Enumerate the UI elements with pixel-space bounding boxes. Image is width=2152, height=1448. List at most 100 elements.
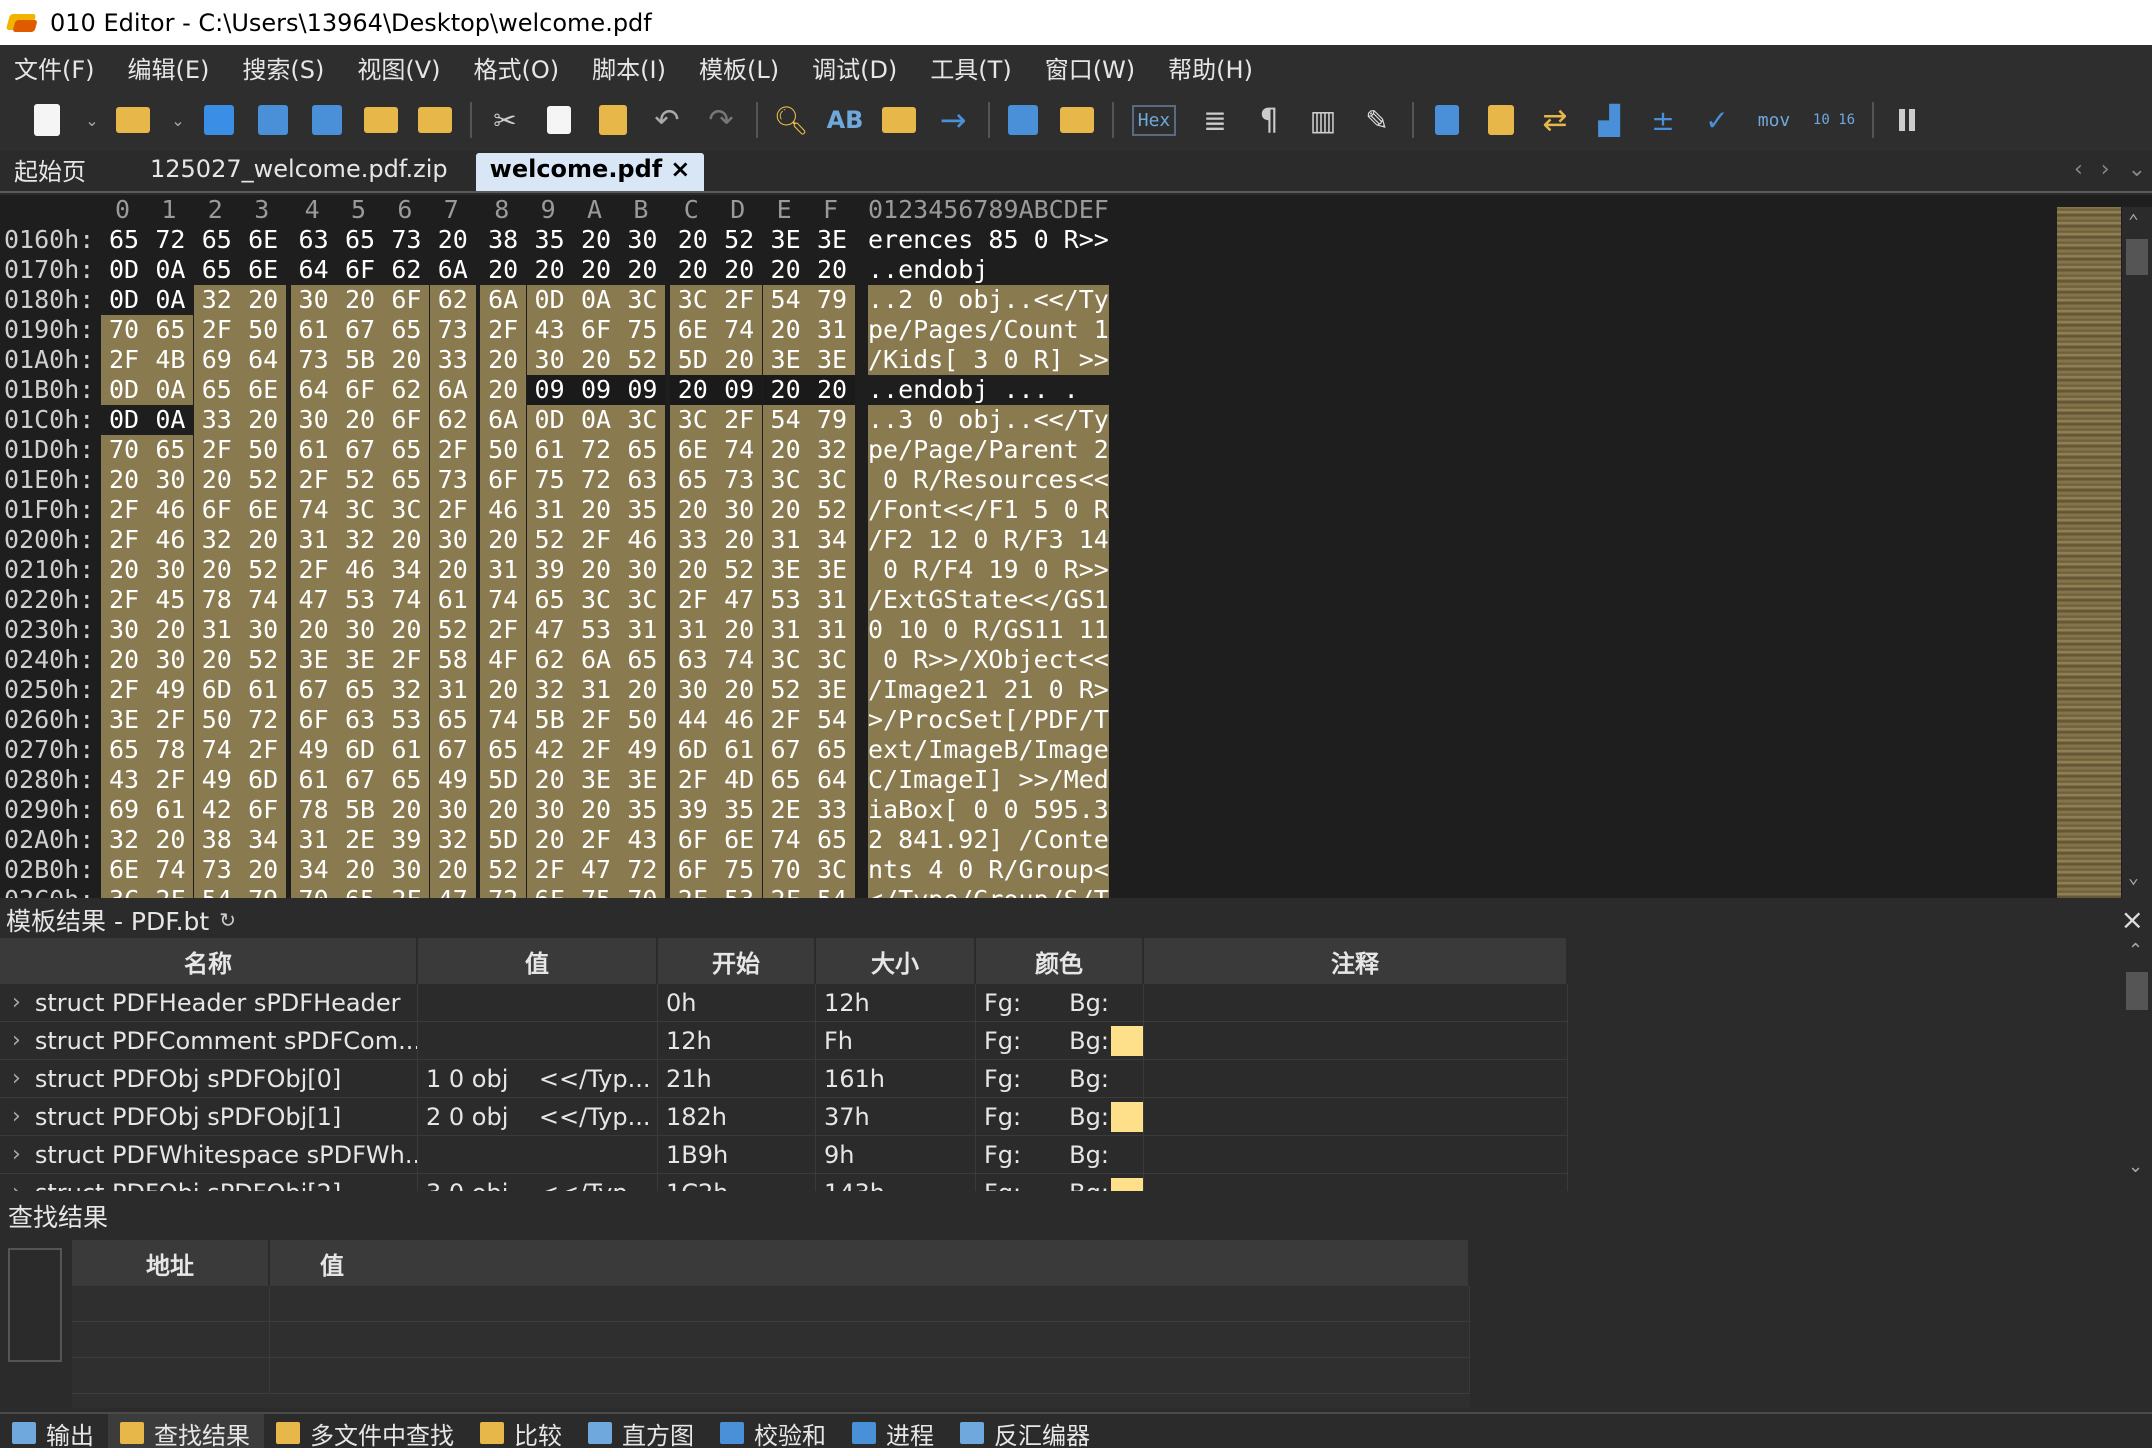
column-header[interactable]: 颜色: [976, 938, 1144, 984]
hex-byte[interactable]: 32: [101, 825, 147, 855]
menu-item[interactable]: 模板(L): [699, 50, 779, 85]
hex-byte[interactable]: 20: [101, 555, 147, 585]
hex-row-ascii[interactable]: </Type/Group/S/T: [868, 885, 1109, 898]
hex-byte[interactable]: 44: [669, 705, 716, 735]
hex-byte[interactable]: 61: [290, 765, 337, 795]
hex-byte[interactable]: 3C: [619, 285, 666, 315]
hex-byte[interactable]: 32: [526, 675, 573, 705]
hex-byte[interactable]: 0A: [573, 405, 619, 435]
hex-byte[interactable]: 46: [480, 495, 527, 525]
hex-byte[interactable]: 2F: [290, 465, 337, 495]
hex-byte[interactable]: 6D: [337, 735, 383, 765]
hex-byte[interactable]: 46: [619, 525, 666, 555]
find-in-files-icon[interactable]: [880, 100, 918, 140]
hex-byte[interactable]: 69: [101, 795, 147, 825]
hex-byte[interactable]: 0A: [147, 405, 193, 435]
hex-byte[interactable]: 32: [429, 825, 476, 855]
hex-byte[interactable]: 52: [716, 225, 762, 255]
tab-next-icon[interactable]: ›: [2101, 157, 2110, 182]
hex-byte[interactable]: 53: [716, 885, 763, 898]
hex-row-ascii[interactable]: /F2 12 0 R/F3 14: [868, 525, 1109, 555]
hex-byte[interactable]: 6D: [240, 765, 287, 795]
hex-byte[interactable]: 43: [526, 315, 573, 345]
hex-byte[interactable]: 4F: [480, 645, 527, 675]
hex-byte[interactable]: 20: [809, 375, 855, 405]
hex-byte[interactable]: 62: [429, 285, 476, 315]
hex-byte[interactable]: 20: [716, 615, 763, 645]
hex-byte[interactable]: 75: [526, 465, 573, 495]
hex-byte[interactable]: 2F: [101, 345, 147, 375]
hex-byte[interactable]: 20: [383, 345, 430, 375]
tab-list-icon[interactable]: ⌄: [2128, 157, 2146, 182]
hex-byte[interactable]: 20: [337, 405, 383, 435]
hex-byte[interactable]: 67: [429, 735, 476, 765]
hex-byte[interactable]: 72: [480, 885, 527, 898]
hex-byte[interactable]: 3C: [101, 885, 147, 898]
hex-byte[interactable]: 64: [240, 345, 287, 375]
hex-byte[interactable]: 65: [429, 705, 476, 735]
hex-byte[interactable]: 20: [669, 375, 716, 405]
hex-byte[interactable]: 64: [809, 765, 855, 795]
hex-byte[interactable]: 78: [193, 585, 240, 615]
hex-byte[interactable]: 0D: [101, 285, 147, 315]
hex-row-ascii[interactable]: /ExtGState<</GS1: [868, 585, 1109, 615]
table-row[interactable]: › struct PDFObj sPDFObj[1] 2 0 obj <</Typ.…: [0, 1098, 1568, 1136]
column-header[interactable]: 注释: [1144, 938, 1568, 984]
hex-byte[interactable]: 6D: [669, 735, 716, 765]
hex-byte[interactable]: 20: [762, 315, 809, 345]
hex-byte[interactable]: 20: [480, 525, 527, 555]
hex-byte[interactable]: 74: [716, 435, 763, 465]
hex-byte[interactable]: 75: [573, 885, 619, 898]
hex-row-ascii[interactable]: iaBox[ 0 0 595.3: [868, 795, 1109, 825]
table-row[interactable]: › struct PDFObj sPDFObj[2] 3 0 obj <</Typ.…: [0, 1174, 1568, 1191]
hex-byte[interactable]: 3E: [809, 345, 855, 375]
hex-row-ascii[interactable]: C/ImageI] >>/Med: [868, 765, 1109, 795]
hex-byte[interactable]: 6D: [193, 675, 240, 705]
hex-byte[interactable]: 65: [383, 315, 430, 345]
hex-byte[interactable]: 65: [337, 225, 383, 255]
compare-icon[interactable]: ⇄: [1536, 100, 1574, 140]
column-header[interactable]: 开始: [658, 938, 816, 984]
hex-byte[interactable]: 52: [480, 855, 527, 885]
hex-byte[interactable]: 64: [290, 375, 337, 405]
hex-byte[interactable]: 5D: [480, 825, 527, 855]
hex-minimap[interactable]: [2057, 207, 2121, 898]
hex-byte[interactable]: 74: [480, 705, 527, 735]
hex-byte[interactable]: 20: [383, 525, 430, 555]
hex-byte[interactable]: 74: [193, 735, 240, 765]
hex-byte[interactable]: 30: [101, 615, 147, 645]
pause-icon[interactable]: [1888, 100, 1926, 140]
hex-byte[interactable]: 3C: [669, 285, 716, 315]
histogram-icon[interactable]: ▟: [1590, 100, 1628, 140]
menu-item[interactable]: 帮助(H): [1168, 50, 1253, 85]
hex-byte[interactable]: 20: [527, 255, 573, 285]
hex-byte[interactable]: 09: [573, 375, 619, 405]
hex-byte[interactable]: 6E: [101, 855, 147, 885]
hex-byte[interactable]: 2F: [573, 825, 619, 855]
hex-byte[interactable]: 2F: [147, 885, 194, 898]
hex-byte[interactable]: 6A: [430, 255, 476, 285]
hex-byte[interactable]: 20: [573, 345, 619, 375]
hex-byte[interactable]: 31: [669, 615, 716, 645]
table-row[interactable]: › struct PDFComment sPDFCom... 12h Fh Fg: Bg:: [0, 1022, 1568, 1060]
hex-row-ascii[interactable]: >/ProcSet[/PDF/T: [868, 705, 1109, 735]
hex-byte[interactable]: 20: [429, 555, 476, 585]
hex-row-ascii[interactable]: 0 10 0 R/GS11 11: [868, 615, 1109, 645]
hex-byte[interactable]: 2F: [147, 765, 194, 795]
hex-byte[interactable]: 75: [619, 315, 666, 345]
new-file-dropdown-icon[interactable]: ⌄: [82, 100, 102, 140]
hex-byte[interactable]: 52: [809, 495, 855, 525]
hex-byte[interactable]: 2F: [193, 435, 240, 465]
hex-byte[interactable]: 20: [193, 465, 240, 495]
hex-byte[interactable]: 65: [383, 435, 430, 465]
hex-byte[interactable]: 65: [809, 825, 855, 855]
template-vertical-scrollbar[interactable]: ⌃ ⌄: [2122, 938, 2152, 1191]
hex-byte[interactable]: 31: [573, 675, 619, 705]
hex-byte[interactable]: 30: [147, 555, 194, 585]
hex-byte[interactable]: 53: [383, 705, 430, 735]
hex-byte[interactable]: 31: [809, 615, 855, 645]
bottom-tab[interactable]: 校验和: [708, 1414, 840, 1448]
hex-byte[interactable]: 31: [429, 675, 476, 705]
hex-byte[interactable]: 3E: [809, 675, 855, 705]
hex-byte[interactable]: 65: [619, 645, 666, 675]
